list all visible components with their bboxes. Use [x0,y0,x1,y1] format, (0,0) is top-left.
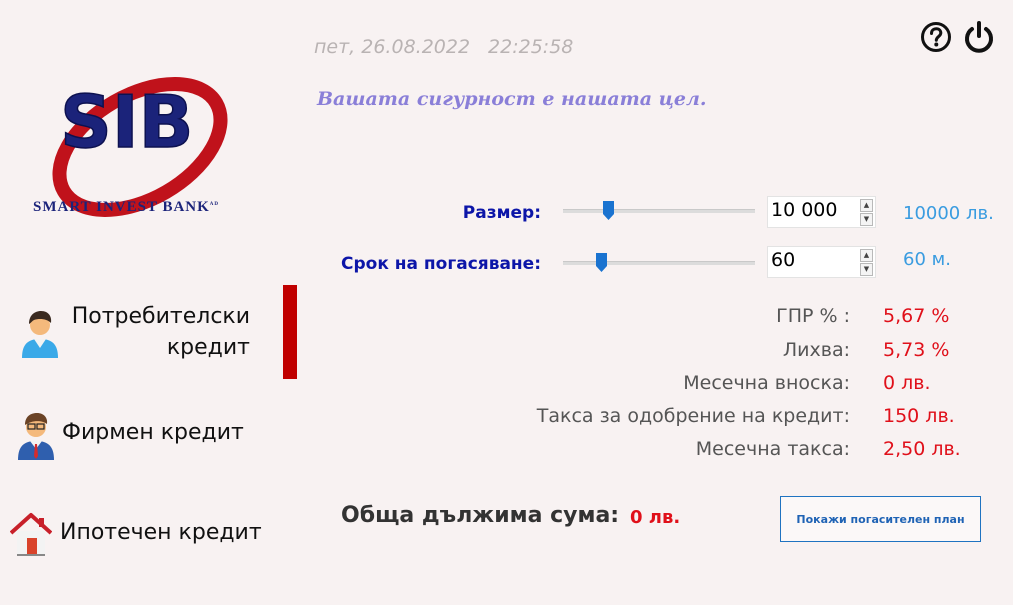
current-time: 22:25:58 [488,36,574,58]
apr-label: ГПР % : [776,305,850,327]
show-repayment-plan-button[interactable]: Покажи погасителен план [780,496,981,542]
term-slider[interactable] [563,253,755,273]
help-icon[interactable] [920,21,952,53]
increment-button[interactable]: ▲ [860,199,873,212]
slider-thumb[interactable] [595,253,607,272]
person-icon [22,311,58,358]
total-due-label: Обща дължима сума: [341,503,620,528]
term-value[interactable]: 60 [771,249,795,271]
date-time-display: пет, 26.08.2022 22:25:58 [314,36,573,58]
interest-label: Лихва: [782,339,850,361]
amount-value[interactable]: 10 000 [771,199,837,221]
term-echo: 60 м. [903,249,951,270]
monthly-payment-label: Месечна вноска: [683,372,850,394]
sidebar-item-label: Потребителски кредит [71,304,250,360]
approval-fee-value: 150 лв. [883,405,955,427]
amount-stepper[interactable]: 10 000 ▲ ▼ [767,196,876,228]
term-stepper[interactable]: 60 ▲ ▼ [767,246,876,278]
slider-thumb[interactable] [602,201,614,220]
bank-name: SMART INVEST BANKAD [33,199,220,215]
active-item-indicator [283,285,297,379]
house-icon [10,513,52,556]
monthly-payment-value: 0 лв. [883,372,931,394]
sidebar-item-mortgage-credit[interactable]: Ипотечен кредит [0,506,280,566]
current-date: пет, 26.08.2022 [314,36,471,58]
sidebar-item-label: Фирмен кредит [62,420,244,445]
power-icon[interactable] [962,20,996,54]
amount-label: Размер: [462,203,541,223]
total-due-value: 0 лв. [630,507,681,528]
term-label: Срок на погасяване: [341,254,541,274]
amount-slider[interactable] [563,201,755,221]
decrement-button[interactable]: ▼ [860,213,873,226]
businessman-icon [18,413,54,460]
apr-value: 5,67 % [883,305,950,327]
sidebar-item-consumer-credit[interactable]: Потребителски кредит [10,298,280,378]
interest-value: 5,73 % [883,339,950,361]
amount-echo: 10000 лв. [903,203,994,224]
decrement-button[interactable]: ▼ [860,263,873,276]
slogan: Вашата сигурност е нашата цел. [317,88,707,110]
increment-button[interactable]: ▲ [860,249,873,262]
approval-fee-label: Такса за одобрение на кредит: [536,405,850,427]
svg-text:SIB: SIB [60,80,194,164]
monthly-fee-value: 2,50 лв. [883,438,961,460]
sidebar-item-label: Ипотечен кредит [60,520,262,545]
bank-logo: SIB [52,77,228,217]
sidebar-item-business-credit[interactable]: Фирмен кредит [10,404,280,464]
monthly-fee-label: Месечна такса: [695,438,850,460]
